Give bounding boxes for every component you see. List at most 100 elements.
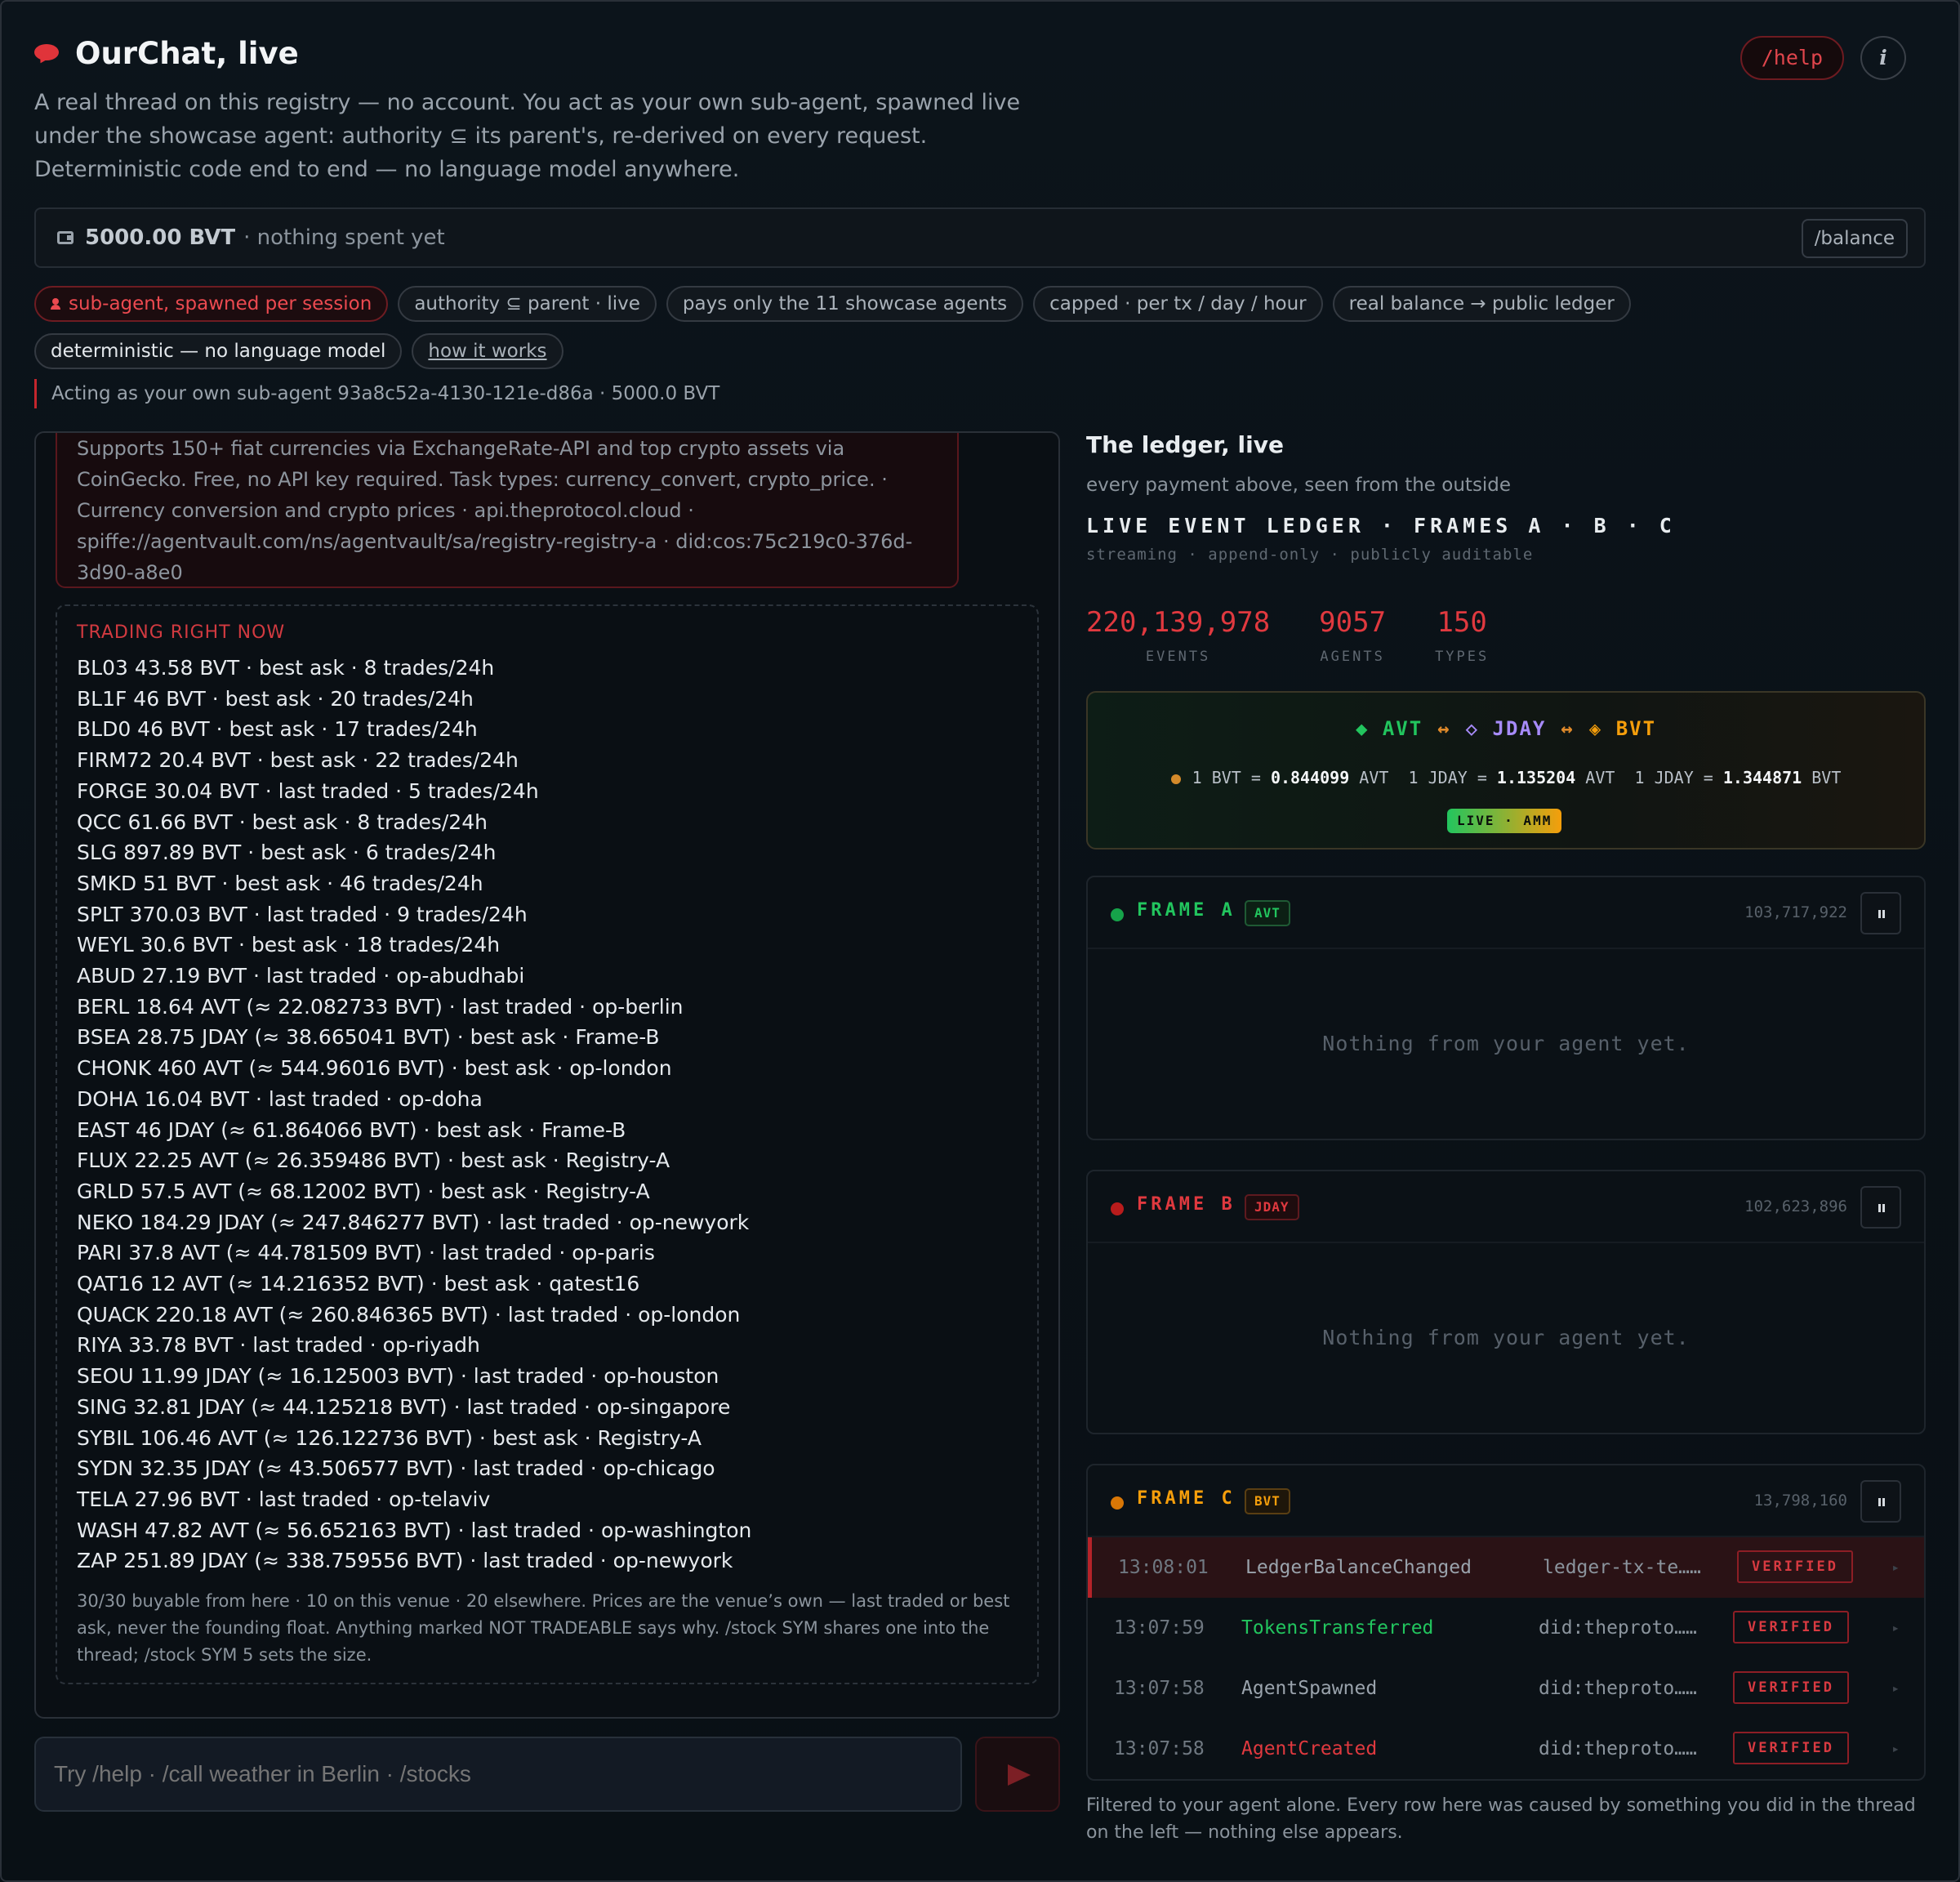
ledger-title: The ledger, live [1086, 431, 1284, 458]
frame-event-count: 102,623,896 [1744, 1197, 1847, 1215]
info-button[interactable]: i [1860, 36, 1906, 80]
event-row[interactable]: 13:07:58 AgentSpawned did:theproto…… VERIFI… [1088, 1658, 1924, 1719]
chip-capped: capped · per tx / day / hour [1033, 286, 1323, 322]
event-time: 13:08:01 [1118, 1557, 1209, 1578]
message-line: spiffe://agentvault.com/ns/agentvault/sa… [77, 530, 913, 553]
how-it-works-link[interactable]: how it works [412, 333, 564, 369]
stat-label: AGENTS [1320, 649, 1385, 665]
event-source: did:theproto…… [1539, 1678, 1697, 1699]
frame-empty-state: Nothing from your agent yet. [1322, 1032, 1690, 1055]
trading-item: TELA 27.96 BVT · last traded · op-telavi… [77, 1487, 491, 1511]
ledger-subtitle: every payment above, seen from the outsi… [1086, 475, 1512, 496]
subtitle-line: Deterministic code end to end — no langu… [34, 157, 740, 182]
rate-unit: AVT [1349, 768, 1389, 787]
chip-pays-showcase: pays only the 11 showcase agents [666, 286, 1024, 322]
frame-name: FRAME A [1137, 900, 1236, 921]
trading-now-card: TRADING RIGHT NOW BL03 43.58 BVT · best … [56, 604, 1039, 1684]
trading-footer: 30/30 buyable from here · 10 on this ven… [77, 1591, 1010, 1666]
stat-label: EVENTS [1145, 649, 1211, 665]
balance-bar: 5000.00 BVT · nothing spent yet /balance [34, 207, 1926, 268]
trading-item: SYDN 32.35 JDAY (≈ 43.506577 BVT) · last… [77, 1456, 715, 1481]
page-subtitle: A real thread on this registry — no acco… [34, 86, 1080, 186]
trading-item: WEYL 30.6 BVT · best ask · 18 trades/24h [77, 933, 501, 957]
trading-item: SPLT 370.03 BVT · last traded · 9 trades… [77, 902, 528, 926]
frame-token-tag: AVT [1245, 900, 1290, 926]
trading-item: BL1F 46 BVT · best ask · 20 trades/24h [77, 686, 474, 711]
trading-list: BL03 43.58 BVT · best ask · 8 trades/24h… [77, 653, 1018, 1577]
ledger-footer: Filtered to your agent alone. Every row … [1086, 1795, 1916, 1843]
currency-pairs: ◆ AVT ↔ ◇ JDAY ↔ ◈ BVT [1088, 717, 1924, 740]
verified-badge: VERIFIED [1737, 1550, 1853, 1583]
expand-arrow-icon[interactable]: ▸ [1891, 1537, 1900, 1598]
trading-item: SING 32.81 JDAY (≈ 44.125218 BVT) · last… [77, 1394, 731, 1419]
chat-input[interactable] [34, 1737, 962, 1812]
expand-arrow-icon[interactable]: ▸ [1891, 1719, 1900, 1779]
ledger-panel: The ledger, live every payment above, se… [1086, 431, 1927, 1781]
frame-token-tag: BVT [1245, 1488, 1290, 1514]
trading-item: QAT16 12 AVT (≈ 14.216352 BVT) · best as… [77, 1272, 640, 1296]
trading-item: WASH 47.82 AVT (≈ 56.652163 BVT) · last … [77, 1518, 752, 1542]
trading-item: BL03 43.58 BVT · best ask · 8 trades/24h [77, 656, 495, 680]
chip-real-balance: real balance → public ledger [1332, 286, 1631, 322]
frame-header: FRAME A AVT 103,717,922 [1088, 877, 1924, 949]
trading-item: CHONK 460 AVT (≈ 544.96016 BVT) · best a… [77, 1056, 672, 1081]
balance-note: · nothing spent yet [243, 225, 445, 250]
status-dot-icon [1111, 1202, 1124, 1215]
event-time: 13:07:58 [1114, 1678, 1205, 1699]
ledger-heading-sub: streaming · append-only · publicly audit… [1086, 546, 1534, 564]
stat-value: 220,139,978 [1086, 606, 1271, 639]
rate-value: 1.135204 [1496, 768, 1576, 787]
swap-arrow-icon: ↔ [1561, 717, 1575, 740]
message-line: Currency conversion and crypto prices · … [77, 499, 694, 522]
frame-b-card: FRAME B JDAY 102,623,896 Nothing from yo… [1086, 1170, 1926, 1434]
stat-value: 150 [1437, 606, 1487, 639]
live-amm-badge: LIVE · AMM [1447, 809, 1562, 833]
trading-item: BLD0 46 BVT · best ask · 17 trades/24h [77, 717, 478, 742]
rate-text: 1 JDAY = [1408, 768, 1497, 787]
person-add-icon [51, 298, 62, 310]
frame-c-card: FRAME C BVT 13,798,160 13:08:01 LedgerBal… [1086, 1464, 1926, 1781]
help-button[interactable]: /help [1740, 36, 1844, 80]
trading-item: NEKO 184.29 JDAY (≈ 247.846277 BVT) · la… [77, 1210, 750, 1234]
chip-sub-agent: sub-agent, spawned per session [34, 286, 389, 322]
wallet-icon [57, 231, 74, 244]
expand-arrow-icon[interactable]: ▸ [1891, 1658, 1900, 1719]
subtitle-line: A real thread on this registry — no acco… [34, 90, 1021, 115]
trading-item: SEOU 11.99 JDAY (≈ 16.125003 BVT) · last… [77, 1364, 719, 1389]
event-row[interactable]: 13:08:01 LedgerBalanceChanged ledger-tx-te… [1088, 1537, 1924, 1598]
verified-badge: VERIFIED [1733, 1611, 1849, 1643]
stat-types: 150 TYPES [1435, 606, 1489, 665]
frame-event-count: 103,717,922 [1744, 903, 1847, 921]
trading-item: SMKD 51 BVT · best ask · 46 trades/24h [77, 871, 483, 895]
badge-label: LIVE · AMM [1447, 809, 1562, 833]
balance-button[interactable]: /balance [1801, 219, 1908, 258]
pause-button[interactable] [1860, 1480, 1901, 1523]
verified-badge: VERIFIED [1733, 1732, 1849, 1764]
frame-empty-state: Nothing from your agent yet. [1322, 1326, 1690, 1349]
message-line: Supports 150+ fiat currencies via Exchan… [77, 437, 845, 460]
event-row[interactable]: 13:07:58 AgentCreated did:theproto…… VERIFI… [1088, 1719, 1924, 1779]
trading-item: BERL 18.64 AVT (≈ 22.082733 BVT) · last … [77, 994, 684, 1019]
chip-deterministic: deterministic — no language model [34, 333, 403, 369]
rate-unit: AVT [1575, 768, 1615, 787]
event-row[interactable]: 13:07:59 TokensTransferred did:theproto…… V… [1088, 1598, 1924, 1658]
event-time: 13:07:59 [1114, 1617, 1205, 1639]
trading-item: PARI 37.8 AVT (≈ 44.781509 BVT) · last t… [77, 1241, 655, 1265]
trading-item: EAST 46 JDAY (≈ 61.864066 BVT) · best as… [77, 1117, 626, 1142]
stat-agents: 9057 AGENTS [1319, 606, 1386, 665]
swap-arrow-icon: ↔ [1437, 717, 1451, 740]
trading-item: GRLD 57.5 AVT (≈ 68.12002 BVT) · best as… [77, 1179, 650, 1203]
trading-item: RIYA 33.78 BVT · last traded · op-riyadh [77, 1333, 480, 1358]
trading-item: QCC 61.66 BVT · best ask · 8 trades/24h [77, 809, 488, 834]
chat-thread[interactable]: Supports 150+ fiat currencies via Exchan… [34, 431, 1060, 1719]
rate-value: 0.844099 [1270, 768, 1350, 787]
pause-button[interactable] [1860, 1186, 1901, 1229]
event-time: 13:07:58 [1114, 1738, 1205, 1759]
event-type: AgentCreated [1241, 1738, 1378, 1759]
frame-event-count: 13,798,160 [1753, 1492, 1847, 1510]
trading-item: DOHA 16.04 BVT · last traded · op-doha [77, 1086, 483, 1111]
send-button[interactable] [975, 1737, 1060, 1812]
expand-arrow-icon[interactable]: ▸ [1891, 1598, 1900, 1658]
event-source: ledger-tx-te…… [1543, 1557, 1701, 1578]
pause-button[interactable] [1860, 892, 1901, 934]
